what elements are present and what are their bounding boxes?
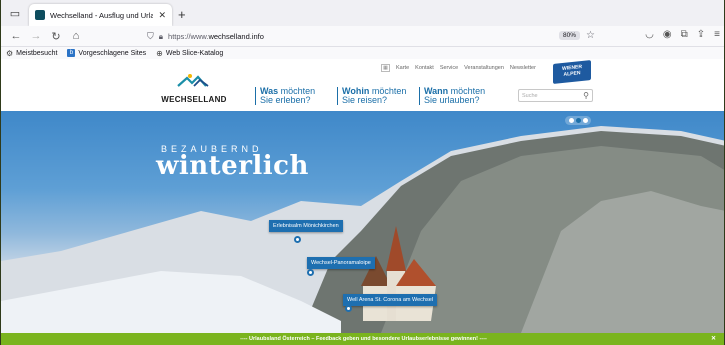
account-icon[interactable]: ◉ (663, 29, 672, 40)
tab-wechselland[interactable]: Wechselland - Ausflug und Urla ✕ (29, 4, 172, 26)
site-header: ▦ Karte Kontakt Service Veranstaltungen … (1, 59, 724, 111)
bookmark-meistbesucht[interactable]: ⚙ Meistbesucht (6, 49, 57, 58)
map-icon[interactable]: ▦ (381, 64, 390, 72)
nav-karte[interactable]: Karte (396, 65, 409, 71)
question-was[interactable]: Was möchten Sie erleben? (255, 87, 315, 105)
pin-marker-icon (294, 236, 301, 243)
zoom-level-button[interactable]: 80% (559, 31, 581, 40)
banner-text: ---- Urlaubsland Österreich – Feedback g… (240, 336, 487, 342)
map-pin-panoramaloipe[interactable]: Wechsel-Panoramaloipe (307, 257, 375, 269)
back-arrow-icon[interactable]: ← (7, 27, 25, 45)
nav-kontakt[interactable]: Kontakt (415, 65, 434, 71)
gear-icon: ⚙ (6, 48, 14, 58)
url-host: wechselland.info (208, 32, 264, 41)
bookmark-star-icon[interactable]: ☆ (586, 30, 595, 41)
pocket-icon[interactable]: ◡ (645, 29, 654, 40)
map-pin-erlebnisalm[interactable]: Erlebnisalm Mönichkirchen (269, 220, 343, 232)
tab-title: Wechselland - Ausflug und Urla (50, 10, 154, 20)
mountain-logo-icon (177, 74, 209, 87)
tab-strip: ▭ Wechselland - Ausflug und Urla ✕ + (1, 0, 724, 26)
carousel-dot-active[interactable] (575, 118, 581, 123)
share-icon[interactable]: ⇪ (697, 29, 705, 40)
carousel-dots (565, 116, 591, 125)
question-wann[interactable]: Wann möchten Sie urlauben? (419, 87, 485, 105)
toolbar-icons: ◡ ◉ ⧉ ⇪ ≡ (645, 29, 720, 40)
tab-list-icon[interactable]: ▭ (5, 3, 25, 23)
pin-marker-icon (307, 269, 314, 276)
hero-image: BEZAUBERND winterlich Erlebnisalm Mönich… (1, 111, 724, 333)
wiener-alpen-badge[interactable]: WIENER ALPEN (553, 60, 591, 84)
forward-arrow-icon[interactable]: → (27, 27, 45, 45)
nav-service[interactable]: Service (440, 65, 458, 71)
pin-marker-icon (345, 305, 352, 312)
hero-headline: winterlich (156, 151, 309, 181)
site-search-input[interactable]: Suche ⚲ (518, 89, 593, 102)
home-icon[interactable]: ⌂ (67, 27, 85, 45)
new-tab-button[interactable]: + (178, 8, 186, 22)
logo-text: WECHSELLAND (161, 95, 227, 104)
lock-icon[interactable]: 🔒︎ (159, 32, 163, 42)
url-bar[interactable]: ⛉ 🔒︎ https://www.wechselland.info (147, 28, 597, 45)
top-navigation: ▦ Karte Kontakt Service Veranstaltungen … (381, 64, 536, 72)
globe-icon: ⊕ (156, 48, 163, 58)
wechselland-logo[interactable]: WECHSELLAND (159, 73, 229, 104)
nav-newsletter[interactable]: Newsletter (510, 65, 536, 71)
bookmark-vorgeschlagene-sites[interactable]: b Vorgeschlagene Sites (67, 49, 146, 57)
shield-icon[interactable]: ⛉ (147, 31, 154, 42)
question-wohin[interactable]: Wohin möchten Sie reisen? (337, 87, 406, 105)
url-text: https://www.wechselland.info (168, 32, 264, 41)
extensions-icon[interactable]: ⧉ (681, 29, 688, 40)
bookmark-web-slice-katalog[interactable]: ⊕ Web Slice-Katalog (156, 49, 223, 58)
map-pin-well-arena[interactable]: Well Arena St. Corona am Wechsel (343, 294, 438, 306)
nav-veranstaltungen[interactable]: Veranstaltungen (464, 65, 504, 71)
browser-window: ▭ Wechselland - Ausflug und Urla ✕ + ← →… (0, 0, 725, 345)
carousel-dot[interactable] (582, 118, 588, 123)
navigation-bar: ← → ↻ ⌂ ⛉ 🔒︎ https://www.wechselland.inf… (1, 26, 724, 47)
site-favicon-icon (35, 10, 45, 20)
search-icon[interactable]: ⚲ (583, 91, 589, 100)
bing-icon: b (67, 49, 76, 57)
menu-icon[interactable]: ≡ (714, 29, 720, 40)
feedback-banner[interactable]: ---- Urlaubsland Österreich – Feedback g… (1, 333, 724, 345)
reload-icon[interactable]: ↻ (47, 27, 65, 45)
carousel-dot[interactable] (568, 118, 574, 123)
bookmarks-bar: ⚙ Meistbesucht b Vorgeschlagene Sites ⊕ Web… (1, 47, 724, 59)
close-tab-icon[interactable]: ✕ (158, 10, 166, 21)
close-banner-icon[interactable]: ✕ (711, 335, 716, 342)
